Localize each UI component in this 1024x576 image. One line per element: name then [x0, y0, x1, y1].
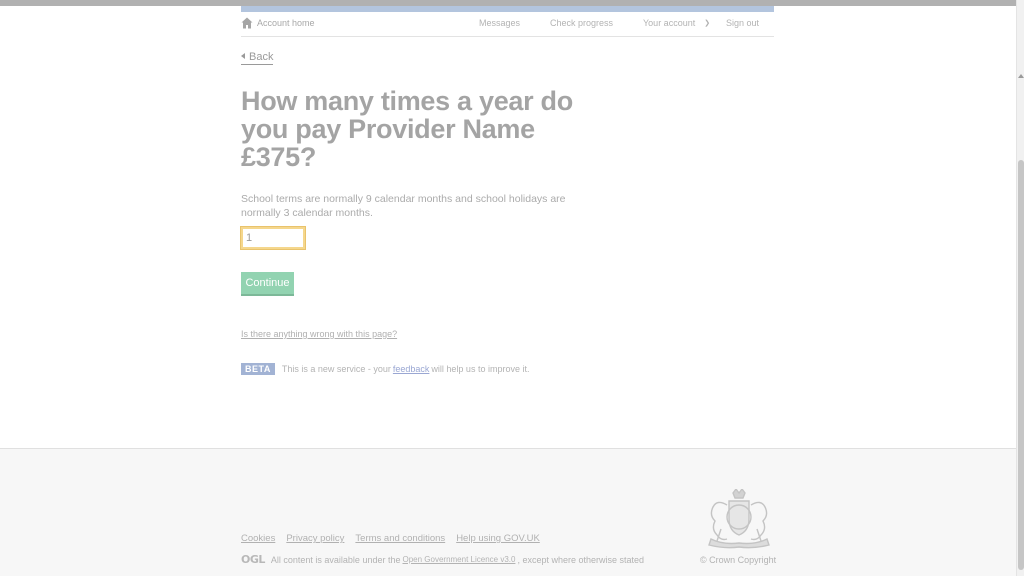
- licence-text-after: , except where otherwise stated: [517, 554, 645, 565]
- chevron-down-icon: ❯: [704, 20, 711, 27]
- scrollbar-thumb[interactable]: [1018, 160, 1024, 570]
- page-scrollbar[interactable]: [1016, 0, 1024, 576]
- times-per-year-input[interactable]: [240, 226, 306, 250]
- royal-coat-of-arms-icon: [708, 489, 770, 549]
- nav-your-account[interactable]: Your account ❯: [643, 18, 710, 28]
- continue-button[interactable]: Continue: [241, 272, 294, 294]
- page-title: How many times a year do you pay Provide…: [241, 86, 573, 172]
- nav-account-home-label: Account home: [257, 18, 315, 28]
- footer-link-cookies[interactable]: Cookies: [241, 533, 275, 544]
- back-link-label: Back: [249, 51, 274, 63]
- footer-link-privacy[interactable]: Privacy policy: [286, 533, 344, 544]
- footer-link-terms[interactable]: Terms and conditions: [355, 533, 445, 544]
- footer-link-help[interactable]: Help using GOV.UK: [456, 533, 540, 544]
- nav-sign-out[interactable]: Sign out: [726, 18, 759, 28]
- page-footer: Cookies Privacy policy Terms and conditi…: [0, 448, 1016, 576]
- scroll-up-icon[interactable]: [1018, 74, 1024, 78]
- beta-tag: BETA: [241, 363, 275, 375]
- question-hint: School terms are normally 9 calendar mon…: [241, 193, 566, 219]
- triangle-left-icon: [241, 53, 245, 59]
- beta-text-before: This is a new service - your: [281, 364, 391, 374]
- licence-text-before: All content is available under the: [270, 554, 401, 565]
- home-icon: [241, 17, 253, 29]
- nav-messages[interactable]: Messages: [479, 18, 520, 28]
- phase-banner: BETA This is a new service - your feedba…: [241, 363, 529, 375]
- beta-text-after: will help us to improve it.: [431, 364, 530, 374]
- report-problem-link[interactable]: Is there anything wrong with this page?: [241, 329, 397, 339]
- licence-notice: OGL All content is available under the O…: [241, 553, 644, 566]
- nav-your-account-label: Your account: [643, 18, 696, 28]
- nav-check-progress[interactable]: Check progress: [550, 18, 613, 28]
- ogl-licence-link[interactable]: Open Government Licence v3.0: [402, 555, 515, 564]
- feedback-link[interactable]: feedback: [393, 364, 430, 374]
- ogl-logo: OGL: [241, 553, 265, 566]
- crown-copyright: © Crown Copyright: [700, 555, 777, 565]
- nav-account-home[interactable]: Account home: [241, 17, 315, 29]
- footer-links: Cookies Privacy policy Terms and conditi…: [241, 533, 540, 544]
- back-link[interactable]: Back: [241, 51, 274, 65]
- account-navigation: Account home Messages Check progress You…: [241, 12, 774, 37]
